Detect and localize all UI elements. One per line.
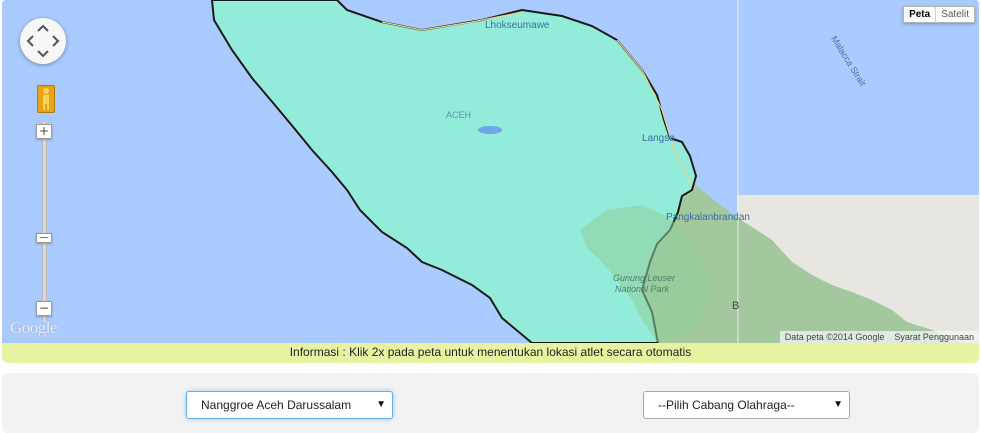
place-label-national-park: National Park	[615, 284, 670, 294]
filter-panel: Nanggroe Aceh Darussalam ▼ --Pilih Caban…	[2, 373, 979, 433]
pegman-icon[interactable]	[37, 85, 55, 113]
info-bar: Informasi : Klik 2x pada peta untuk mene…	[2, 343, 979, 363]
map-type-satelit-button[interactable]: Satelit	[936, 7, 974, 22]
place-label-gunung-leuser: Gunung Leuser	[613, 273, 676, 283]
province-select[interactable]: Nanggroe Aceh Darussalam ▼	[186, 391, 393, 419]
google-logo: Google	[10, 318, 58, 337]
zoom-out-icon[interactable]: −	[36, 301, 52, 316]
map-attribution: Data peta ©2014 Google Syarat Penggunaan	[779, 331, 979, 343]
info-text: Informasi : Klik 2x pada peta untuk mene…	[289, 345, 692, 359]
cabang-olahraga-select[interactable]: --Pilih Cabang Olahraga-- ▼	[643, 391, 850, 419]
place-label-b: B	[732, 300, 740, 312]
zoom-slider-track[interactable]	[42, 122, 47, 322]
place-label-lhokseumawe: Lhokseumawe	[485, 20, 550, 31]
map-type-peta-button[interactable]: Peta	[904, 7, 937, 22]
pan-control-icon	[26, 24, 60, 58]
place-label-aceh: ACEH	[446, 110, 472, 120]
terms-link[interactable]: Syarat Penggunaan	[894, 332, 974, 342]
pan-control[interactable]	[20, 18, 66, 64]
cabang-select-value: --Pilih Cabang Olahraga--	[658, 398, 795, 412]
map-tiles	[210, 0, 979, 343]
map-canvas[interactable]: Peta Satelit Lhokseumawe ACEH Langsa Pan…	[2, 0, 979, 343]
lake	[478, 126, 502, 134]
place-label-langsa: Langsa	[642, 133, 675, 144]
place-label-pangkalanbrandan: Pangkalanbrandan	[666, 212, 750, 223]
province-select-value: Nanggroe Aceh Darussalam	[201, 398, 352, 412]
attribution-text: Data peta ©2014 Google	[784, 332, 885, 342]
zoom-in-icon[interactable]: +	[36, 124, 52, 139]
zoom-slider-thumb[interactable]	[36, 233, 52, 243]
chevron-down-icon: ▼	[833, 399, 843, 410]
map-type-control: Peta Satelit	[903, 6, 975, 23]
chevron-down-icon: ▼	[376, 399, 386, 410]
